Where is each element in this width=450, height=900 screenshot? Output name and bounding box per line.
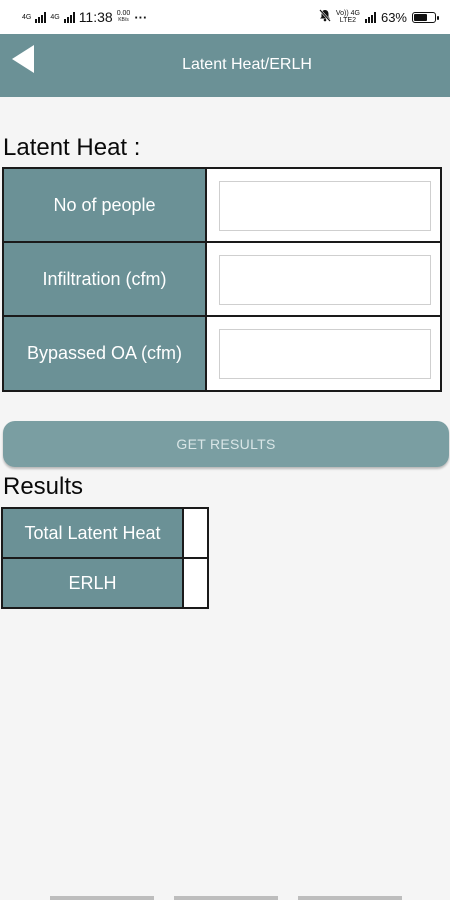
bypassed-oa-input[interactable] [219,329,431,379]
network-type-label: 4G [50,13,60,21]
erlh-value [186,559,207,607]
no-of-people-label: No of people [4,169,207,241]
total-latent-heat-value [186,509,207,557]
infiltration-label: Infiltration (cfm) [4,243,207,315]
no-of-people-input[interactable] [219,181,431,231]
form-row: Bypassed OA (cfm) [4,317,440,390]
signal-icon [35,11,47,23]
nav-hint-bar [50,896,154,900]
battery-percent: 63% [380,9,407,25]
more-dots-icon: ··· [134,9,148,25]
screen: 4G 4G 11:38 0.00 KB/s ··· Vo)) 4G LTE2 6… [0,0,450,900]
data-speed-value: 0.00 [116,10,131,17]
form-row: No of people [4,169,440,243]
signal-icon [63,11,75,23]
results-row: ERLH [3,559,207,607]
battery-icon [412,11,439,23]
erlh-label: ERLH [3,559,184,607]
latent-heat-heading: Latent Heat : [3,134,141,161]
data-speed-unit: KB/s [118,17,129,23]
clock: 11:38 [78,9,113,25]
status-bar: 4G 4G 11:38 0.00 KB/s ··· Vo)) 4G LTE2 6… [0,0,450,34]
lte-label: LTE2 [339,17,357,24]
results-row: Total Latent Heat [3,509,207,559]
signal-icon [364,11,376,23]
app-bar: Latent Heat/ERLH [0,34,450,97]
form-row: Infiltration (cfm) [4,243,440,317]
total-latent-heat-label: Total Latent Heat [3,509,184,557]
get-results-button[interactable]: GET RESULTS [3,421,449,467]
battery-fill [414,13,427,21]
volte-label: Vo)) 4G [335,10,360,17]
nav-hint-bar [298,896,402,900]
network-type-label: 4G [22,13,32,21]
mute-icon [319,9,331,25]
bypassed-oa-label: Bypassed OA (cfm) [4,317,207,390]
nav-hint-bar [174,896,278,900]
latent-heat-form: No of people Infiltration (cfm) Bypassed… [2,167,442,392]
page-title: Latent Heat/ERLH [182,56,312,73]
results-heading: Results [3,473,84,500]
infiltration-input[interactable] [219,255,431,305]
results-table: Total Latent Heat ERLH [1,507,209,609]
